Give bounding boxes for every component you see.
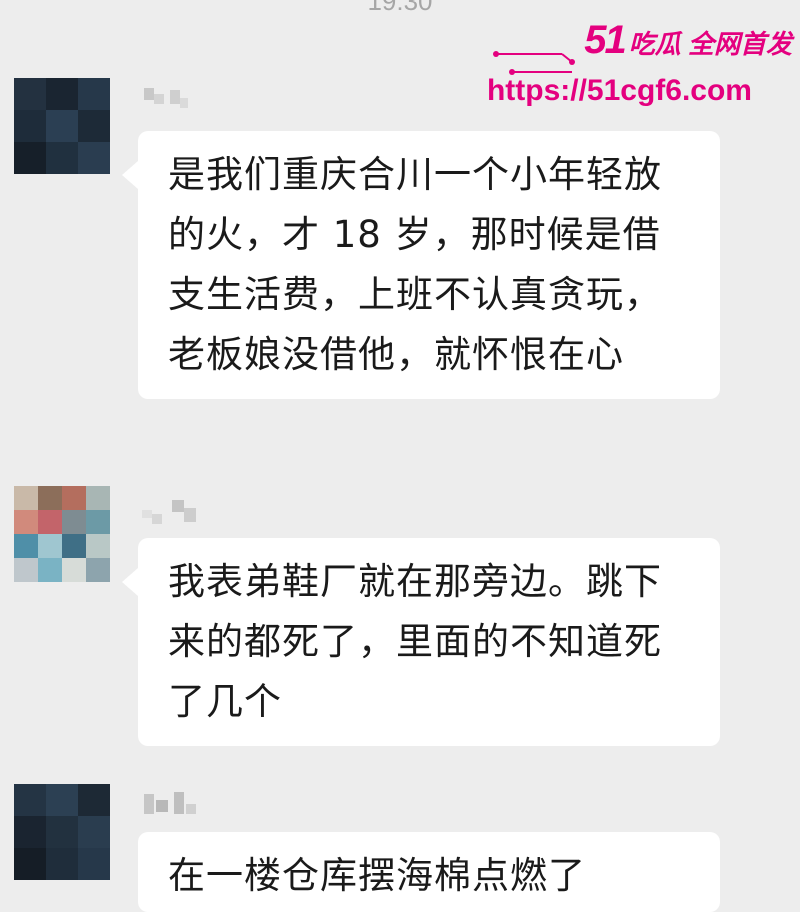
blurred-sender-name xyxy=(140,86,200,116)
avatar[interactable] xyxy=(14,78,110,174)
message-bubble[interactable]: 是我们重庆合川一个小年轻放的火，才 18 岁，那时候是借支生活费，上班不认真贪玩… xyxy=(122,131,720,399)
watermark-logo: 51 吃瓜 全网首发 xyxy=(584,18,792,63)
blurred-sender-name xyxy=(140,498,210,528)
watermark: 51 吃瓜 全网首发 https://51cgf6.com xyxy=(487,18,792,114)
timestamp: 19:30 xyxy=(367,0,433,16)
watermark-url: https://51cgf6.com xyxy=(486,74,752,107)
blurred-avatar-icon xyxy=(14,486,110,582)
blurred-avatar-icon xyxy=(14,78,110,174)
message-bubble[interactable]: 我表弟鞋厂就在那旁边。跳下来的都死了，里面的不知道死了几个 xyxy=(122,538,720,746)
blurred-sender-name xyxy=(140,790,210,820)
blurred-avatar-icon xyxy=(14,784,110,880)
watermark-number: 51 xyxy=(584,18,626,62)
message-bubble[interactable]: 在一楼仓库摆海棉点燃了 xyxy=(138,832,720,912)
avatar[interactable] xyxy=(14,784,110,880)
watermark-tagline: 吃瓜 全网首发 xyxy=(628,29,792,59)
avatar[interactable] xyxy=(14,486,110,582)
